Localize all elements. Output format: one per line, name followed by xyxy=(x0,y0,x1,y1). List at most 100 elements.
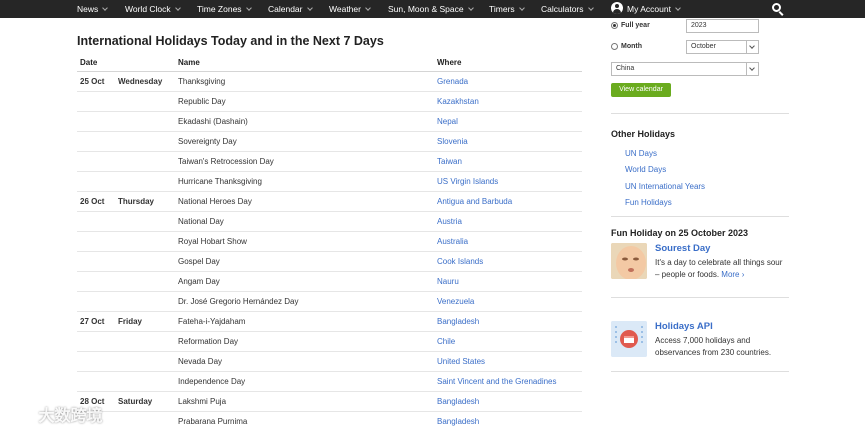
table-row: 27 Oct Friday Fateha-i-Yajdaham Bangladesh xyxy=(77,312,582,332)
api-calendar-illustration xyxy=(611,321,647,357)
month-select[interactable]: October xyxy=(686,40,759,54)
month-select-value: October xyxy=(691,43,716,50)
holiday-country-link[interactable]: Bangladesh xyxy=(437,417,479,426)
holiday-name: Republic Day xyxy=(178,97,226,106)
holiday-country-link[interactable]: US Virgin Islands xyxy=(437,177,498,186)
holiday-name: Fateha-i-Yajdaham xyxy=(178,317,246,326)
holiday-country-link[interactable]: Bangladesh xyxy=(437,397,479,406)
column-header-date: Date xyxy=(80,58,98,67)
holiday-country-link[interactable]: Australia xyxy=(437,237,468,246)
nav-world-clock[interactable]: World Clock xyxy=(125,3,181,15)
chevron-down-icon xyxy=(467,5,474,11)
chevron-down-icon xyxy=(518,5,525,11)
table-row: Gospel Day Cook Islands xyxy=(77,252,582,272)
baby-face-image xyxy=(611,243,647,279)
api-description-1: Access 7,000 holidays and xyxy=(655,336,751,345)
fun-holiday-name-link[interactable]: Sourest Day xyxy=(655,243,710,254)
nav-sun-moon-space[interactable]: Sun, Moon & Space xyxy=(388,3,474,15)
full-year-radio[interactable] xyxy=(611,22,618,29)
holiday-country-link[interactable]: Grenada xyxy=(437,77,468,86)
nav-weather[interactable]: Weather xyxy=(329,3,371,15)
table-row: National Day Austria xyxy=(77,212,582,232)
holiday-country-link[interactable]: Nepal xyxy=(437,117,458,126)
top-navigation: News World Clock Time Zones Calendar Wea… xyxy=(0,0,865,18)
table-row: Hurricane Thanksgiving US Virgin Islands xyxy=(77,172,582,192)
holiday-country-link[interactable]: Nauru xyxy=(437,277,459,286)
nav-news[interactable]: News xyxy=(77,3,109,15)
link-world-days[interactable]: World Days xyxy=(625,165,666,174)
search-icon[interactable] xyxy=(771,2,785,16)
year-input[interactable]: 2023 xyxy=(686,19,759,33)
table-row: Nevada Day United States xyxy=(77,352,582,372)
holiday-weekday: Thursday xyxy=(118,197,155,206)
nav-calendar[interactable]: Calendar xyxy=(268,3,313,15)
table-row: Ekadashi (Dashain) Nepal xyxy=(77,112,582,132)
full-year-label: Full year xyxy=(621,22,650,29)
view-calendar-button[interactable]: View calendar xyxy=(611,83,671,97)
holiday-name: Royal Hobart Show xyxy=(178,237,247,246)
holiday-name: Taiwan's Retrocession Day xyxy=(178,157,274,166)
more-link[interactable]: More xyxy=(721,270,739,279)
holiday-name: Gospel Day xyxy=(178,257,220,266)
chevron-down-icon xyxy=(245,5,252,11)
nav-time-zones[interactable]: Time Zones xyxy=(197,3,252,15)
column-header-name: Name xyxy=(178,58,200,67)
holiday-country-link[interactable]: Slovenia xyxy=(437,137,468,146)
holiday-name: Angam Day xyxy=(178,277,220,286)
watermark-logo-icon xyxy=(9,409,33,421)
holiday-name: Nevada Day xyxy=(178,357,223,366)
holiday-name: Ekadashi (Dashain) xyxy=(178,117,248,126)
month-label: Month xyxy=(621,43,642,50)
holiday-date: 25 Oct xyxy=(80,77,105,86)
holiday-country-link[interactable]: Taiwan xyxy=(437,157,462,166)
country-select-value: China xyxy=(616,65,635,72)
holiday-country-link[interactable]: Austria xyxy=(437,217,462,226)
link-fun-holidays[interactable]: Fun Holidays xyxy=(625,198,672,207)
holiday-country-link[interactable]: Chile xyxy=(437,337,455,346)
table-row: 26 Oct Thursday National Heroes Day Antigua… xyxy=(77,192,582,212)
table-row: Independence Day Saint Vincent and the Gr… xyxy=(77,372,582,392)
fun-holiday-title: Fun Holiday on 25 October 2023 xyxy=(611,228,749,238)
holiday-name: Prabarana Purnima xyxy=(178,417,248,426)
holiday-country-link[interactable]: Saint Vincent and the Grenadines xyxy=(437,377,557,386)
holiday-country-link[interactable]: Cook Islands xyxy=(437,257,483,266)
holiday-country-link[interactable]: United States xyxy=(437,357,485,366)
chevron-down-icon xyxy=(746,63,758,75)
holiday-name: Hurricane Thanksgiving xyxy=(178,177,262,186)
chevron-down-icon xyxy=(306,5,313,11)
holiday-country-link[interactable]: Antigua and Barbuda xyxy=(437,197,512,206)
link-un-days[interactable]: UN Days xyxy=(625,149,657,158)
table-row: Reformation Day Chile xyxy=(77,332,582,352)
column-header-where: Where xyxy=(437,58,462,67)
holiday-weekday: Wednesday xyxy=(118,77,163,86)
link-un-international-years[interactable]: UN International Years xyxy=(625,182,705,191)
holiday-name: Independence Day xyxy=(178,377,246,386)
table-row: Dr. José Gregorio Hernández Day Venezuela xyxy=(77,292,582,312)
nav-my-account[interactable]: My Account xyxy=(627,3,681,15)
holiday-date: 27 Oct xyxy=(80,317,105,326)
holiday-name: Sovereignty Day xyxy=(178,137,237,146)
month-radio[interactable] xyxy=(611,43,618,50)
divider xyxy=(611,216,789,217)
baby-face-illustration xyxy=(611,243,647,279)
table-row: Angam Day Nauru xyxy=(77,272,582,292)
chevron-down-icon xyxy=(675,5,681,11)
nav-timers[interactable]: Timers xyxy=(489,3,525,15)
api-image xyxy=(611,321,647,357)
holiday-country-link[interactable]: Kazakhstan xyxy=(437,97,479,106)
holiday-name: Reformation Day xyxy=(178,337,239,346)
holiday-country-link[interactable]: Venezuela xyxy=(437,297,474,306)
chevron-right-icon[interactable]: › xyxy=(742,270,745,279)
holidays-api-link[interactable]: Holidays API xyxy=(655,321,713,332)
nav-calculators[interactable]: Calculators xyxy=(541,3,594,15)
table-row: Taiwan's Retrocession Day Taiwan xyxy=(77,152,582,172)
holiday-weekday: Friday xyxy=(118,317,143,326)
user-icon[interactable] xyxy=(611,2,623,14)
chevron-down-icon xyxy=(174,5,181,11)
country-select[interactable]: China xyxy=(611,62,759,76)
table-row: 25 Oct Wednesday Thanksgiving Grenada xyxy=(77,72,582,92)
divider xyxy=(611,297,789,298)
page-title: International Holidays Today and in the … xyxy=(77,34,384,48)
other-holidays-title: Other Holidays xyxy=(611,129,676,139)
holiday-country-link[interactable]: Bangladesh xyxy=(437,317,479,326)
